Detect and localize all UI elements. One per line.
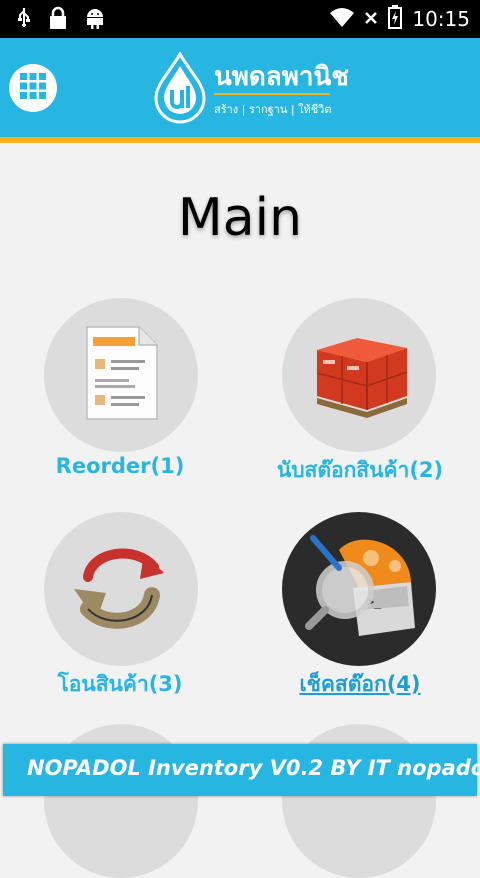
company-logo: นพดลพานิช สร้าง | รากฐาน | ให้ชีวิต (150, 48, 349, 124)
tile-circle[interactable] (282, 298, 436, 452)
tile-circle[interactable] (44, 512, 198, 666)
menu-tile-partial-right[interactable] (240, 724, 480, 878)
no-signal-icon (364, 10, 378, 29)
android-icon (84, 6, 106, 34)
battery-charging-icon (388, 5, 403, 33)
logo-underline (214, 93, 330, 95)
clock: 10:15 (412, 7, 470, 31)
footer-banner: NOPADOL Inventory V0.2 BY IT nopadol (3, 744, 480, 796)
tile-label[interactable]: โอนสินค้า(3) (0, 668, 240, 701)
footer-text: NOPADOL Inventory V0.2 BY IT nopadol (27, 756, 480, 780)
tile-circle[interactable]: >_ (282, 512, 436, 666)
menu-tile-stock-count[interactable]: นับสต๊อกสินค้า(2) (240, 298, 480, 488)
tile-label[interactable]: เช็คสต๊อก(4) (240, 668, 480, 701)
transfer-arrows-icon (66, 537, 176, 641)
menu-button[interactable] (9, 64, 57, 112)
menu-tile-partial-left[interactable] (0, 724, 240, 878)
pallet-boxes-icon (307, 328, 411, 422)
status-bar: 10:15 (0, 0, 480, 38)
tile-label[interactable]: นับสต๊อกสินค้า(2) (240, 454, 480, 487)
menu-tile-reorder[interactable]: Reorder(1) (0, 298, 240, 488)
menu-tile-stock-check[interactable]: >_ เช็คสต๊อก(4) (240, 512, 480, 702)
tile-label[interactable]: Reorder(1) (0, 454, 240, 478)
logo-brand-text: นพดลพานิช (214, 62, 349, 92)
page-title: Main (177, 188, 303, 248)
logo-tagline: สร้าง | รากฐาน | ให้ชีวิต (214, 103, 332, 116)
lock-icon (48, 6, 68, 34)
app-bar-stripe (0, 137, 480, 143)
menu-tile-transfer[interactable]: โอนสินค้า(3) (0, 512, 240, 702)
grid-menu-icon (19, 72, 47, 104)
drop-logo-icon (150, 50, 210, 128)
wifi-icon (330, 7, 355, 31)
document-list-icon (81, 325, 161, 425)
tile-circle[interactable] (44, 298, 198, 452)
magnifier-console-icon: >_ (299, 532, 419, 646)
usb-icon (16, 7, 32, 33)
